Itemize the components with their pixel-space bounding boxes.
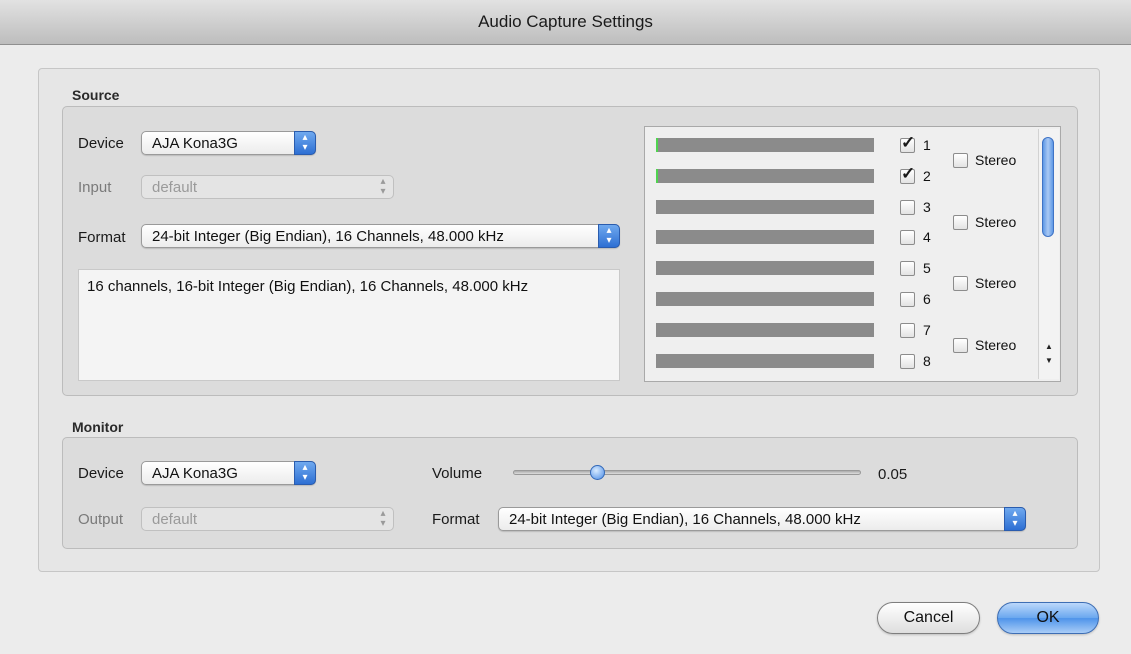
updown-arrows-icon: ▴ ▾ [598, 224, 620, 248]
monitor-output-popup[interactable]: default ▴ ▾ [141, 507, 394, 531]
updown-arrows-icon: ▴ ▾ [294, 461, 316, 485]
source-format-label: Format [78, 229, 126, 246]
channel-number-label: 4 [923, 229, 931, 245]
monitor-format-popup[interactable]: 24-bit Integer (Big Endian), 16 Channels… [498, 507, 1026, 531]
source-group-label: Source [72, 87, 120, 103]
channel-checkbox-1[interactable]: ✓ [900, 133, 915, 153]
updown-arrows-icon: ▴ ▾ [1004, 507, 1026, 531]
cancel-button[interactable]: Cancel [877, 602, 980, 634]
volume-label: Volume [432, 465, 483, 482]
channel-number-label: 6 [923, 291, 931, 307]
channel-checkbox-4[interactable] [900, 230, 915, 245]
channel-level-meter [656, 323, 874, 337]
channel-level-meter [656, 354, 874, 368]
source-device-value: AJA Kona3G [152, 135, 238, 152]
channel-level-fill [656, 169, 658, 183]
scroll-down-arrow-icon[interactable]: ▼ [1045, 356, 1053, 365]
channel-number-label: 2 [923, 168, 931, 184]
check-icon: ✓ [901, 133, 916, 152]
source-device-popup[interactable]: AJA Kona3G ▴ ▾ [141, 131, 316, 155]
source-format-popup[interactable]: 24-bit Integer (Big Endian), 16 Channels… [141, 224, 620, 248]
monitor-output-label: Output [78, 511, 124, 528]
channel-number-label: 7 [923, 322, 931, 338]
channel-number-label: 3 [923, 199, 931, 215]
stereo-checkbox[interactable] [953, 276, 968, 291]
channel-checkbox-5[interactable] [900, 261, 915, 276]
channel-checkbox-6[interactable] [900, 292, 915, 307]
monitor-group-label: Monitor [72, 419, 124, 435]
format-description: 16 channels, 16-bit Integer (Big Endian)… [87, 278, 529, 295]
monitor-format-label: Format [432, 511, 480, 528]
window-title: Audio Capture Settings [0, 0, 1131, 45]
channel-number-label: 8 [923, 353, 931, 369]
format-description-box[interactable]: 16 channels, 16-bit Integer (Big Endian)… [78, 269, 620, 381]
source-input-value: default [152, 179, 198, 196]
monitor-output-value: default [152, 511, 198, 528]
monitor-format-value: 24-bit Integer (Big Endian), 16 Channels… [509, 511, 861, 528]
source-device-label: Device [78, 135, 124, 152]
source-input-label: Input [78, 179, 112, 196]
channel-scrollbar[interactable]: ▲ ▼ [1038, 129, 1059, 379]
volume-slider-knob[interactable] [590, 465, 605, 480]
channel-checkbox-8[interactable] [900, 354, 915, 369]
channel-level-meter [656, 230, 874, 244]
updown-arrows-icon: ▴ ▾ [294, 131, 316, 155]
volume-value: 0.05 [878, 466, 908, 483]
check-icon: ✓ [901, 164, 916, 183]
channel-checkbox-3[interactable] [900, 200, 915, 215]
updown-arrows-icon: ▴ ▾ [380, 508, 386, 529]
stereo-checkbox[interactable] [953, 338, 968, 353]
stereo-label: Stereo [975, 337, 1017, 353]
channel-checkbox-7[interactable] [900, 323, 915, 338]
channel-level-meter [656, 292, 874, 306]
monitor-group [62, 437, 1078, 549]
monitor-device-value: AJA Kona3G [152, 465, 238, 482]
monitor-device-popup[interactable]: AJA Kona3G ▴ ▾ [141, 461, 316, 485]
channel-level-meter [656, 169, 874, 183]
source-input-popup[interactable]: default ▴ ▾ [141, 175, 394, 199]
stereo-checkbox[interactable] [953, 153, 968, 168]
ok-button[interactable]: OK [997, 602, 1099, 634]
updown-arrows-icon: ▴ ▾ [380, 176, 386, 197]
channel-level-meter [656, 200, 874, 214]
stereo-checkbox[interactable] [953, 215, 968, 230]
channel-level-meter [656, 261, 874, 275]
volume-slider[interactable] [513, 470, 861, 475]
channel-checkbox-2[interactable]: ✓ [900, 164, 915, 184]
channel-level-meter [656, 138, 874, 152]
source-format-value: 24-bit Integer (Big Endian), 16 Channels… [152, 228, 504, 245]
stereo-label: Stereo [975, 214, 1017, 230]
channel-level-fill [656, 138, 658, 152]
stereo-label: Stereo [975, 152, 1017, 168]
stereo-label: Stereo [975, 275, 1017, 291]
channel-number-label: 5 [923, 260, 931, 276]
scroll-up-arrow-icon[interactable]: ▲ [1045, 342, 1053, 351]
channel-number-label: 1 [923, 137, 931, 153]
monitor-device-label: Device [78, 465, 124, 482]
scrollbar-thumb[interactable] [1042, 137, 1054, 237]
